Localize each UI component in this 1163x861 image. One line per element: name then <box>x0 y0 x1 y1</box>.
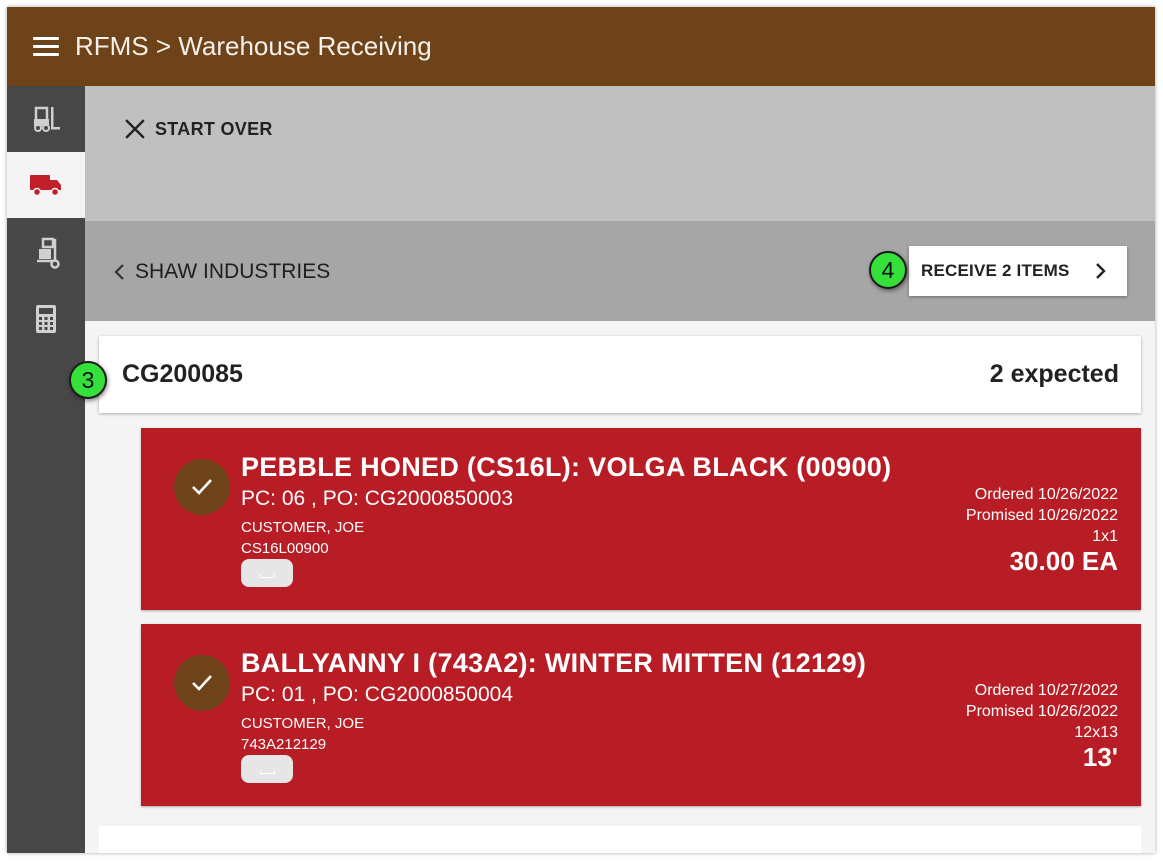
sidebar-item-hand-truck[interactable] <box>7 220 85 286</box>
item-customer: CUSTOMER, JOE <box>241 715 365 732</box>
item-selected-toggle[interactable] <box>174 655 230 711</box>
item-promised-date: Promised 10/26/2022 <box>965 507 1118 524</box>
app-window: RFMS > Warehouse Receiving START OVER SH… <box>7 7 1155 853</box>
item-dates: Ordered 10/27/2022 Promised 10/26/2022 1… <box>966 680 1118 743</box>
forklift-icon <box>34 106 60 132</box>
item-size: 1x1 <box>1092 528 1118 545</box>
check-icon <box>192 675 212 691</box>
item-style-code: 743A212129 <box>241 736 327 753</box>
vendor-name: SHAW INDUSTRIES <box>135 260 331 283</box>
close-icon <box>125 119 145 139</box>
app-title: RFMS > Warehouse Receiving <box>75 31 432 61</box>
vendor-back-button[interactable]: SHAW INDUSTRIES <box>113 257 330 287</box>
po-header-card[interactable]: CG200085 2 expected <box>99 336 1141 413</box>
chevron-left-icon <box>114 264 124 280</box>
top-app-bar: RFMS > Warehouse Receiving <box>7 7 1155 86</box>
receiving-item-card[interactable]: PEBBLE HONED (CS16L): VOLGA BLACK (00900… <box>141 428 1141 610</box>
item-title: PEBBLE HONED (CS16L): VOLGA BLACK (00900… <box>241 452 892 482</box>
item-ordered-date: Ordered 10/26/2022 <box>974 486 1118 503</box>
item-notes-chip[interactable] <box>241 559 293 587</box>
item-customer: CUSTOMER, JOE <box>241 519 365 536</box>
calculator-icon <box>36 305 56 333</box>
hamburger-menu-icon[interactable] <box>33 37 59 57</box>
callout-badge-4: 4 <box>869 251 907 289</box>
receiving-item-card[interactable]: BALLYANNY I (743A2): WINTER MITTEN (1212… <box>141 624 1141 806</box>
sidebar-item-receiving-truck[interactable] <box>7 152 85 218</box>
item-ordered-date: Ordered 10/27/2022 <box>974 682 1118 699</box>
receive-items-label: RECEIVE 2 ITEMS <box>921 261 1070 280</box>
sidebar-item-calculator[interactable] <box>7 286 85 352</box>
item-dates: Ordered 10/26/2022 Promised 10/26/2022 1… <box>966 484 1118 547</box>
item-pc-po: PC: 06 , PO: CG2000850003 <box>241 487 514 510</box>
item-quantity: 30.00 EA <box>1009 546 1118 576</box>
item-selected-toggle[interactable] <box>174 459 230 515</box>
item-quantity: 13' <box>1082 742 1118 772</box>
receive-items-button[interactable]: RECEIVE 2 ITEMS <box>909 246 1127 296</box>
main-content: START OVER SHAW INDUSTRIES RECEIVE 2 ITE… <box>85 86 1155 853</box>
item-promised-date: Promised 10/26/2022 <box>965 703 1118 720</box>
next-po-card[interactable] <box>99 826 1141 853</box>
item-size: 12x13 <box>1074 724 1118 741</box>
sidebar-item-forklift[interactable] <box>7 86 85 152</box>
item-style-code: CS16L00900 <box>241 540 329 557</box>
start-over-label: START OVER <box>155 118 273 139</box>
chevron-right-icon <box>1096 263 1106 279</box>
truck-icon <box>30 175 61 197</box>
item-notes-chip[interactable] <box>241 755 293 783</box>
item-pc-po: PC: 01 , PO: CG2000850004 <box>241 683 514 706</box>
po-number: CG200085 <box>122 360 243 388</box>
hand-truck-icon <box>37 237 60 269</box>
item-title: BALLYANNY I (743A2): WINTER MITTEN (1212… <box>241 648 867 678</box>
action-toolbar: START OVER <box>85 86 1155 221</box>
po-expected-count: 2 expected <box>989 360 1119 388</box>
callout-badge-3: 3 <box>69 361 107 399</box>
check-icon <box>192 479 212 495</box>
vendor-bar: SHAW INDUSTRIES RECEIVE 2 ITEMS <box>85 221 1155 321</box>
sidebar-nav <box>7 86 85 853</box>
start-over-button[interactable]: START OVER <box>125 114 273 144</box>
